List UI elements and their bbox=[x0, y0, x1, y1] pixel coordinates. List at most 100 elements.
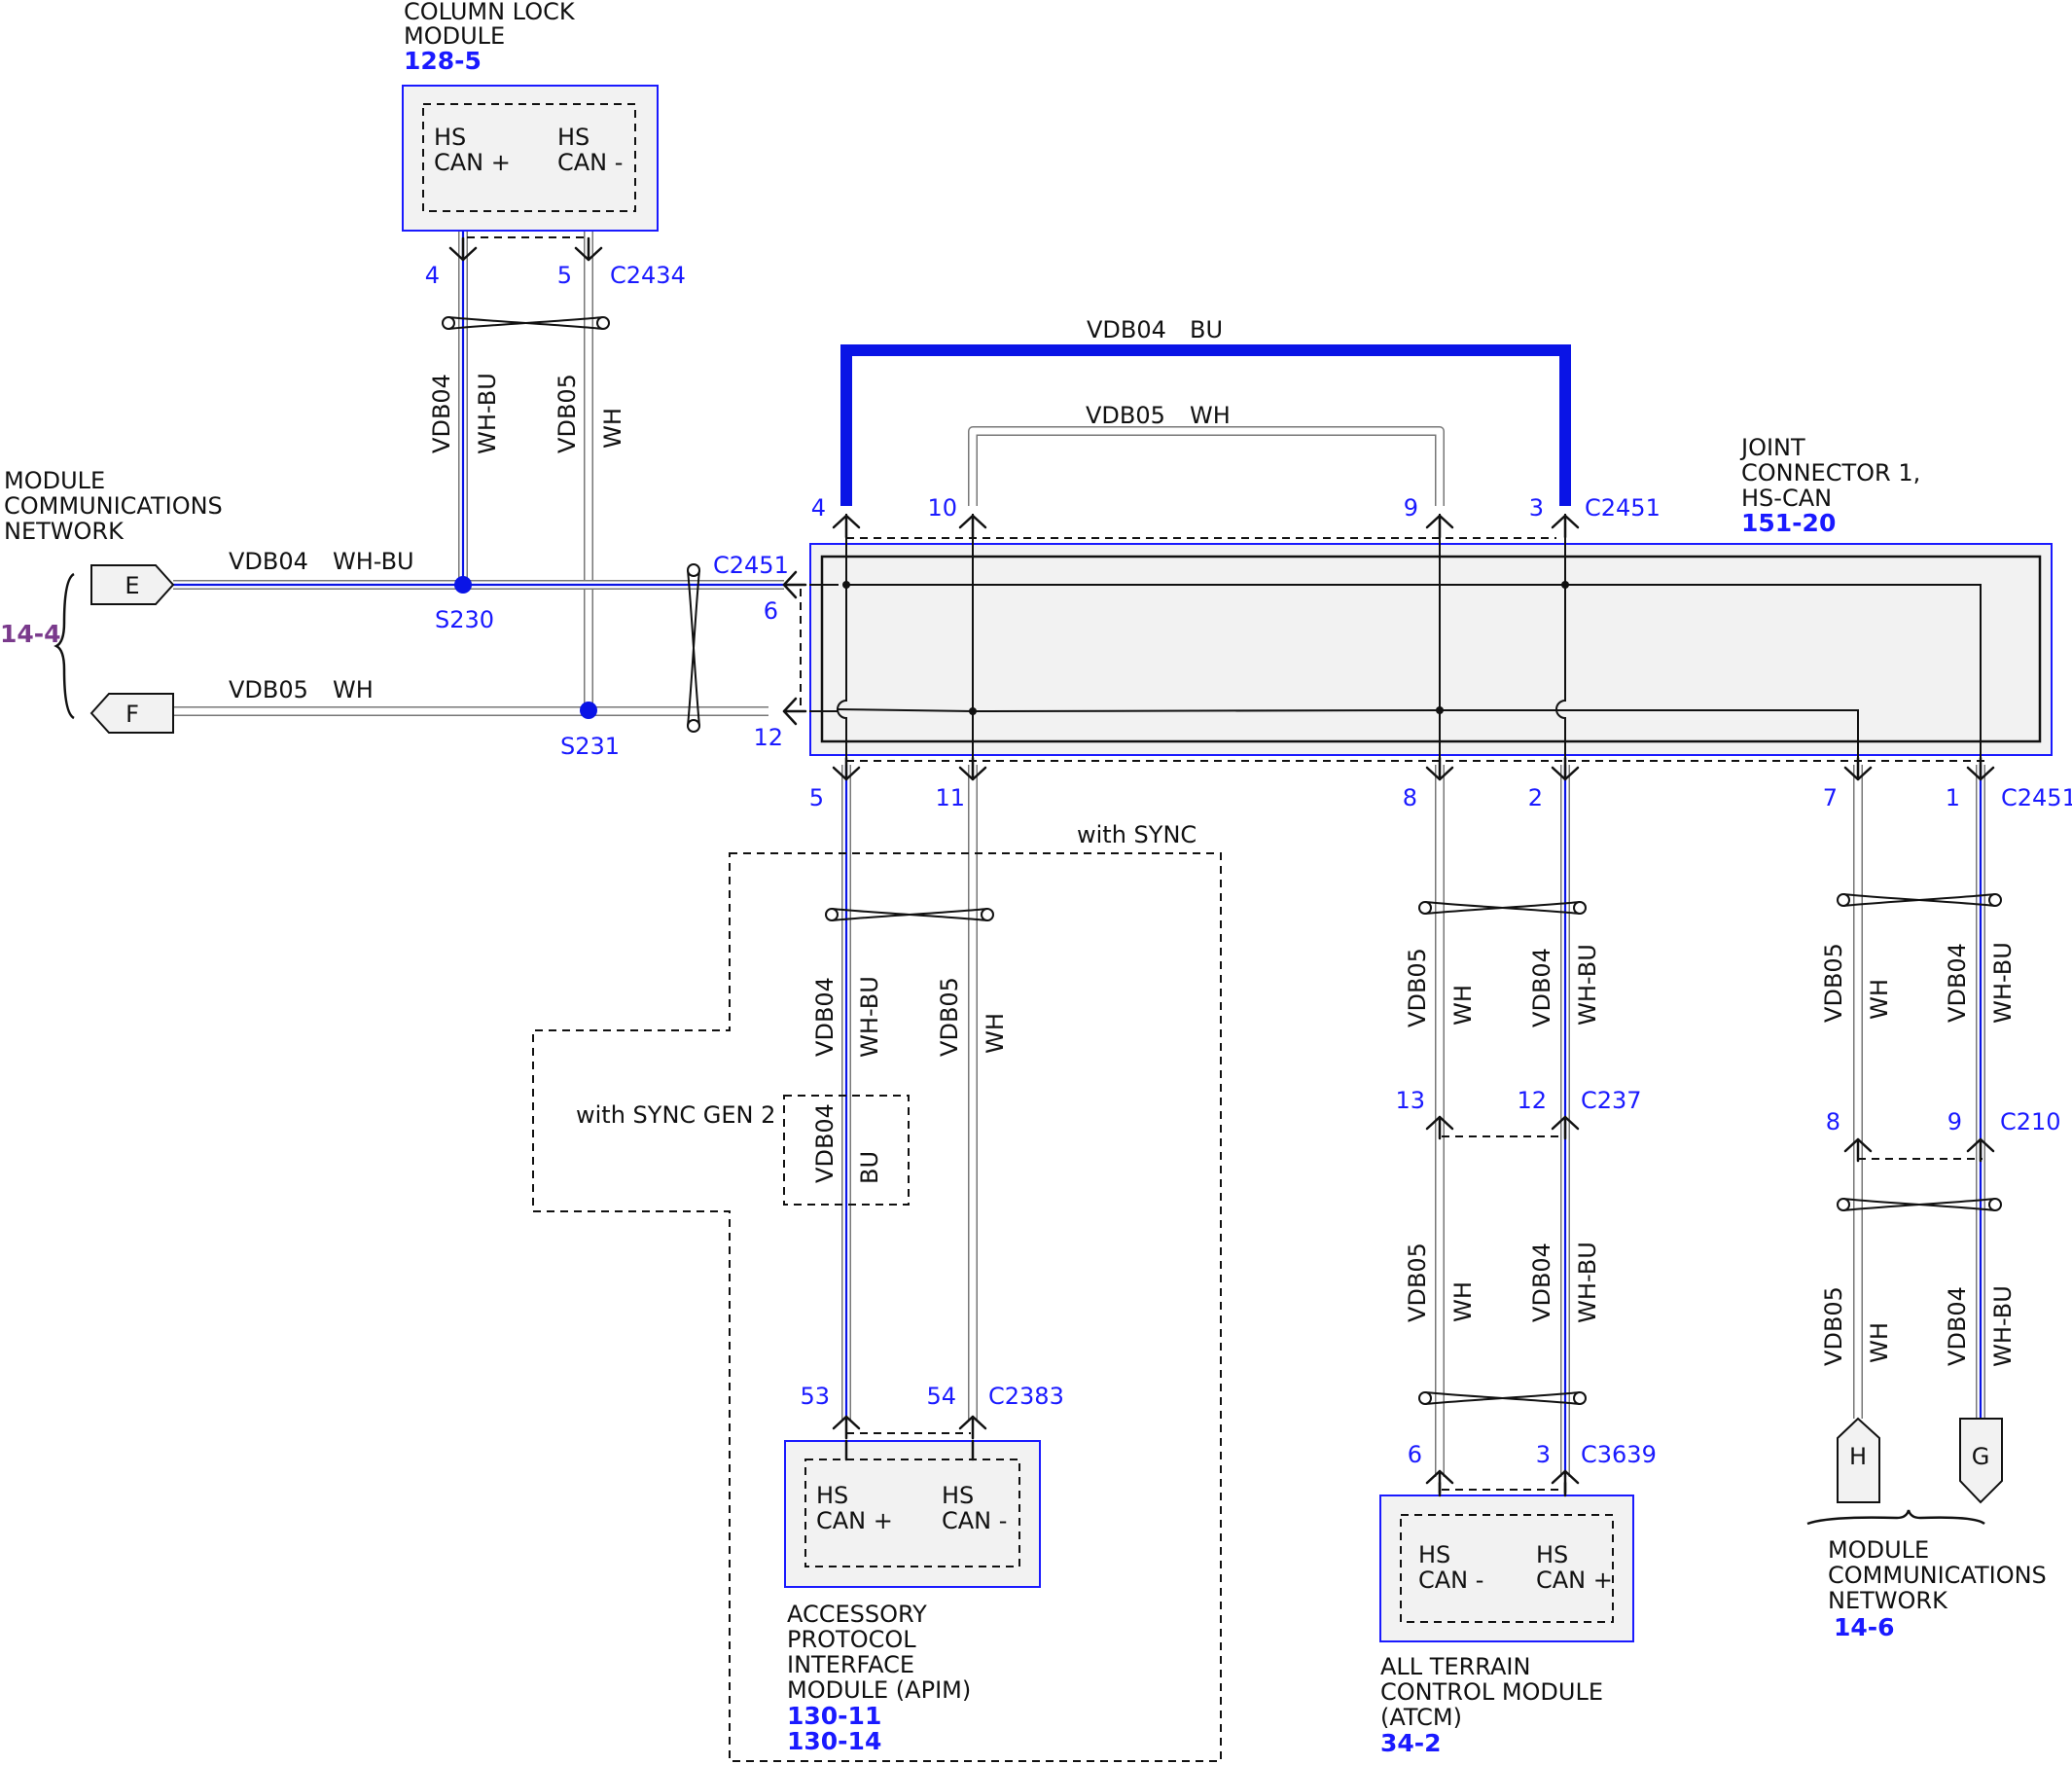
connector-e-label: E bbox=[125, 572, 139, 599]
atcm-upper-label-vdb05: VDB05 bbox=[1404, 948, 1431, 1027]
atcm-pin-minus-1: HS bbox=[1418, 1541, 1450, 1568]
mcn-right-name-1: MODULE bbox=[1828, 1536, 1929, 1564]
apim-pin-plus-1: HS bbox=[816, 1482, 848, 1509]
apim-pin-minus-2: CAN - bbox=[942, 1507, 1007, 1534]
atcm-upper-label-wh: WH bbox=[1449, 985, 1477, 1026]
c2451-bottom-pin-11: 11 bbox=[935, 784, 965, 811]
atcm-ref: 34-2 bbox=[1380, 1729, 1442, 1757]
c3639-pin-6: 6 bbox=[1408, 1441, 1422, 1468]
c237-pin-13: 13 bbox=[1395, 1087, 1425, 1114]
connector-f: F bbox=[89, 693, 174, 734]
apim-name-3: INTERFACE bbox=[787, 1651, 914, 1678]
c3639-pin-3: 3 bbox=[1536, 1441, 1551, 1468]
c3639-name: C3639 bbox=[1581, 1441, 1657, 1468]
c210-pin-8: 8 bbox=[1826, 1108, 1840, 1135]
mcn-right-lower-label-whbu: WH-BU bbox=[1989, 1285, 2017, 1367]
atcm-pin-plus-2: CAN + bbox=[1536, 1567, 1613, 1594]
c2383-pin-54: 54 bbox=[926, 1383, 956, 1410]
c2451-left-pin-12: 12 bbox=[753, 724, 783, 751]
c210-name: C210 bbox=[2000, 1108, 2061, 1135]
column-lock-pin-minus-2: CAN - bbox=[557, 149, 623, 176]
wire-label-vdb04: VDB04 bbox=[428, 374, 455, 453]
apim-pin-minus-1: HS bbox=[942, 1482, 974, 1509]
apim-name-4: MODULE (APIM) bbox=[787, 1676, 971, 1704]
joint-name-3: HS-CAN bbox=[1741, 485, 1832, 512]
mcn-right-lower-label-vdb05: VDB05 bbox=[1820, 1286, 1847, 1366]
c2383-pin-53: 53 bbox=[800, 1383, 830, 1410]
connector-h-label: H bbox=[1849, 1443, 1867, 1470]
arc-label-vdb05: VDB05 bbox=[1086, 402, 1165, 429]
arc-label-vdb04: VDB04 bbox=[1087, 316, 1166, 343]
apim-label-wh: WH bbox=[982, 1013, 1009, 1054]
column-lock-pin-plus-2: CAN + bbox=[434, 149, 511, 176]
atcm-lower-label-whbu: WH-BU bbox=[1574, 1242, 1601, 1323]
arc-label-bu: BU bbox=[1190, 316, 1223, 343]
column-lock-pin-plus-1: HS bbox=[434, 124, 466, 151]
apim-label-whbu: WH-BU bbox=[856, 976, 883, 1058]
joint-name-2: CONNECTOR 1, bbox=[1741, 459, 1920, 486]
wire-label-wh: WH bbox=[599, 408, 626, 449]
atcm-lower-label-vdb04: VDB04 bbox=[1528, 1243, 1555, 1322]
horiz-label-vdb04: VDB04 bbox=[229, 548, 308, 575]
joint-ref: 151-20 bbox=[1741, 509, 1836, 537]
connector-f-label: F bbox=[125, 701, 139, 728]
apim-gen2-label-vdb04: VDB04 bbox=[811, 1103, 839, 1183]
mcn-left-name-3: NETWORK bbox=[4, 518, 125, 545]
apim-gen2-label-bu: BU bbox=[856, 1151, 883, 1184]
horiz-label-wh: WH bbox=[333, 676, 374, 703]
c2451-top-name: C2451 bbox=[1585, 494, 1661, 522]
mcn-right-lower-label-wh: WH bbox=[1866, 1322, 1893, 1363]
right-brace bbox=[1806, 1509, 1985, 1526]
column-lock-ref: 128-5 bbox=[404, 47, 482, 75]
apim-label-vdb05: VDB05 bbox=[936, 977, 963, 1057]
joint-connector-box bbox=[809, 543, 2053, 756]
mcn-right-name-2: COMMUNICATIONS bbox=[1828, 1562, 2047, 1589]
atcm-name-3: (ATCM) bbox=[1380, 1704, 1462, 1731]
atcm-lower-label-vdb05: VDB05 bbox=[1404, 1243, 1431, 1322]
atcm-name-2: CONTROL MODULE bbox=[1380, 1678, 1603, 1706]
mcn-right-upper-label-vdb05: VDB05 bbox=[1820, 943, 1847, 1023]
mcn-right-lower-label-vdb04: VDB04 bbox=[1944, 1286, 1971, 1366]
c2451-bottom-pin-8: 8 bbox=[1403, 784, 1417, 811]
c210-pin-9: 9 bbox=[1947, 1108, 1962, 1135]
apim-label-vdb04: VDB04 bbox=[811, 977, 839, 1057]
c2451-left-pin-6: 6 bbox=[764, 597, 778, 625]
apim-name-1: ACCESSORY bbox=[787, 1601, 927, 1628]
c2434-name: C2434 bbox=[610, 262, 686, 289]
connector-g-label: G bbox=[1972, 1443, 1990, 1470]
c2451-bottom-pin-2: 2 bbox=[1528, 784, 1543, 811]
c2451-top-pin-9: 9 bbox=[1404, 494, 1418, 522]
atcm-pin-minus-2: CAN - bbox=[1418, 1567, 1483, 1594]
splice-s231-label: S231 bbox=[560, 733, 620, 760]
connector-h: H bbox=[1837, 1417, 1880, 1503]
with-sync-gen2-label: with SYNC GEN 2 bbox=[576, 1101, 775, 1129]
mcn-right-upper-label-wh: WH bbox=[1866, 979, 1893, 1020]
c237-pin-12: 12 bbox=[1517, 1087, 1547, 1114]
c2434-pin-4: 4 bbox=[425, 262, 440, 289]
horiz-label-whbu: WH-BU bbox=[333, 548, 414, 575]
wiring-diagram: E F H G COLUMN LOCK MODULE 128-5 HS CAN … bbox=[0, 0, 2072, 1762]
horiz-label-vdb05: VDB05 bbox=[229, 676, 308, 703]
atcm-pin-plus-1: HS bbox=[1536, 1541, 1568, 1568]
splice-s230 bbox=[454, 576, 472, 594]
wire-label-whbu: WH-BU bbox=[474, 373, 501, 454]
connector-g: G bbox=[1959, 1418, 2003, 1504]
c2451-left-name: C2451 bbox=[713, 552, 789, 579]
c237-name: C237 bbox=[1581, 1087, 1642, 1114]
splice-s231 bbox=[580, 702, 597, 719]
apim-pin-plus-2: CAN + bbox=[816, 1507, 893, 1534]
column-lock-name-2: MODULE bbox=[404, 22, 505, 50]
joint-name-1: JOINT bbox=[1739, 434, 1805, 461]
c2434-pin-5: 5 bbox=[557, 262, 572, 289]
arc-label-wh: WH bbox=[1190, 402, 1231, 429]
apim-ref-2: 130-14 bbox=[787, 1727, 881, 1755]
atcm-upper-label-whbu: WH-BU bbox=[1574, 944, 1601, 1026]
c2383-name: C2383 bbox=[988, 1383, 1064, 1410]
column-lock-pin-minus-1: HS bbox=[557, 124, 589, 151]
atcm-upper-label-vdb04: VDB04 bbox=[1528, 948, 1555, 1027]
c2451-bottom-pin-1: 1 bbox=[1946, 784, 1960, 811]
atcm-lower-label-wh: WH bbox=[1449, 1281, 1477, 1322]
mcn-right-name-3: NETWORK bbox=[1828, 1587, 1948, 1614]
mcn-left-name-1: MODULE bbox=[4, 467, 105, 494]
mcn-left-name-2: COMMUNICATIONS bbox=[4, 492, 223, 520]
